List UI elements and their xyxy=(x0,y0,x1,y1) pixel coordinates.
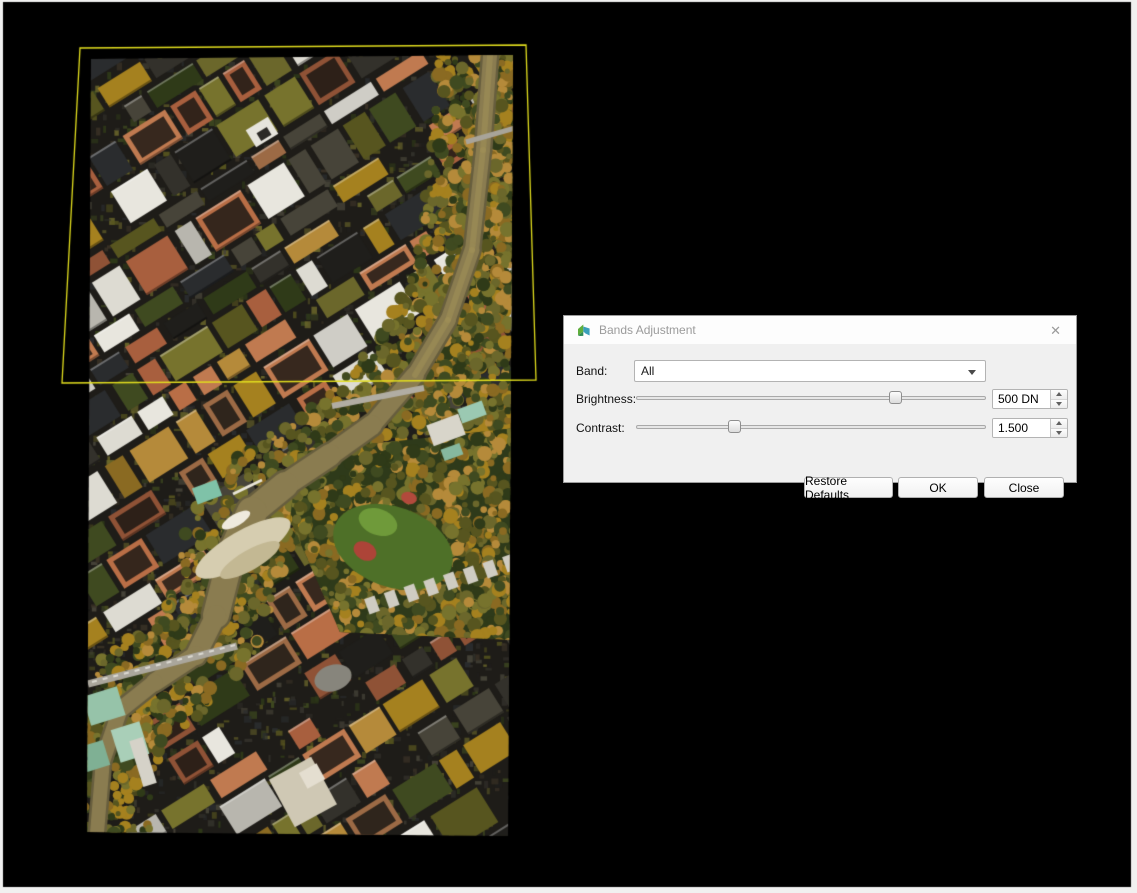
spin-up-icon xyxy=(1056,421,1062,425)
contrast-spinbox xyxy=(992,418,1068,438)
chevron-down-icon xyxy=(968,370,976,375)
spin-down-icon xyxy=(1056,431,1062,435)
spin-down-icon xyxy=(1056,402,1062,406)
band-label: Band: xyxy=(576,364,607,378)
bands-adjustment-dialog: Bands Adjustment ✕ Band: All Brightness:… xyxy=(563,315,1077,483)
band-select-value: All xyxy=(641,364,654,378)
brightness-spinbox xyxy=(992,389,1068,409)
contrast-spin-down-button[interactable] xyxy=(1051,428,1067,438)
brightness-spin-down-button[interactable] xyxy=(1051,399,1067,409)
dialog-titlebar[interactable]: Bands Adjustment ✕ xyxy=(564,316,1076,344)
brightness-input[interactable] xyxy=(993,390,1051,408)
brightness-slider-track[interactable] xyxy=(636,396,986,400)
brightness-slider-handle[interactable] xyxy=(889,391,902,404)
band-select[interactable]: All xyxy=(634,360,986,382)
brightness-spin-up-button[interactable] xyxy=(1051,390,1067,399)
ok-button[interactable]: OK xyxy=(898,477,978,498)
dialog-body: Band: All Brightness: Contrast: xyxy=(564,344,1076,482)
brightness-label: Brightness: xyxy=(576,392,636,406)
dialog-title: Bands Adjustment xyxy=(599,323,696,337)
app-window: { "window": { "frame_color": "#f1f1f0", … xyxy=(0,0,1137,893)
close-button[interactable]: Close xyxy=(984,477,1064,498)
contrast-slider[interactable] xyxy=(636,419,986,435)
dialog-close-icon[interactable]: ✕ xyxy=(1046,322,1065,339)
contrast-slider-handle[interactable] xyxy=(728,420,741,433)
contrast-label: Contrast: xyxy=(576,421,625,435)
restore-defaults-button[interactable]: Restore Defaults xyxy=(804,477,893,498)
brightness-spin-buttons xyxy=(1050,390,1067,408)
brightness-slider[interactable] xyxy=(636,390,986,406)
contrast-spin-buttons xyxy=(1050,419,1067,437)
spin-up-icon xyxy=(1056,392,1062,396)
contrast-slider-track[interactable] xyxy=(636,425,986,429)
contrast-spin-up-button[interactable] xyxy=(1051,419,1067,428)
contrast-input[interactable] xyxy=(993,419,1051,437)
metashape-logo-icon xyxy=(577,323,591,337)
